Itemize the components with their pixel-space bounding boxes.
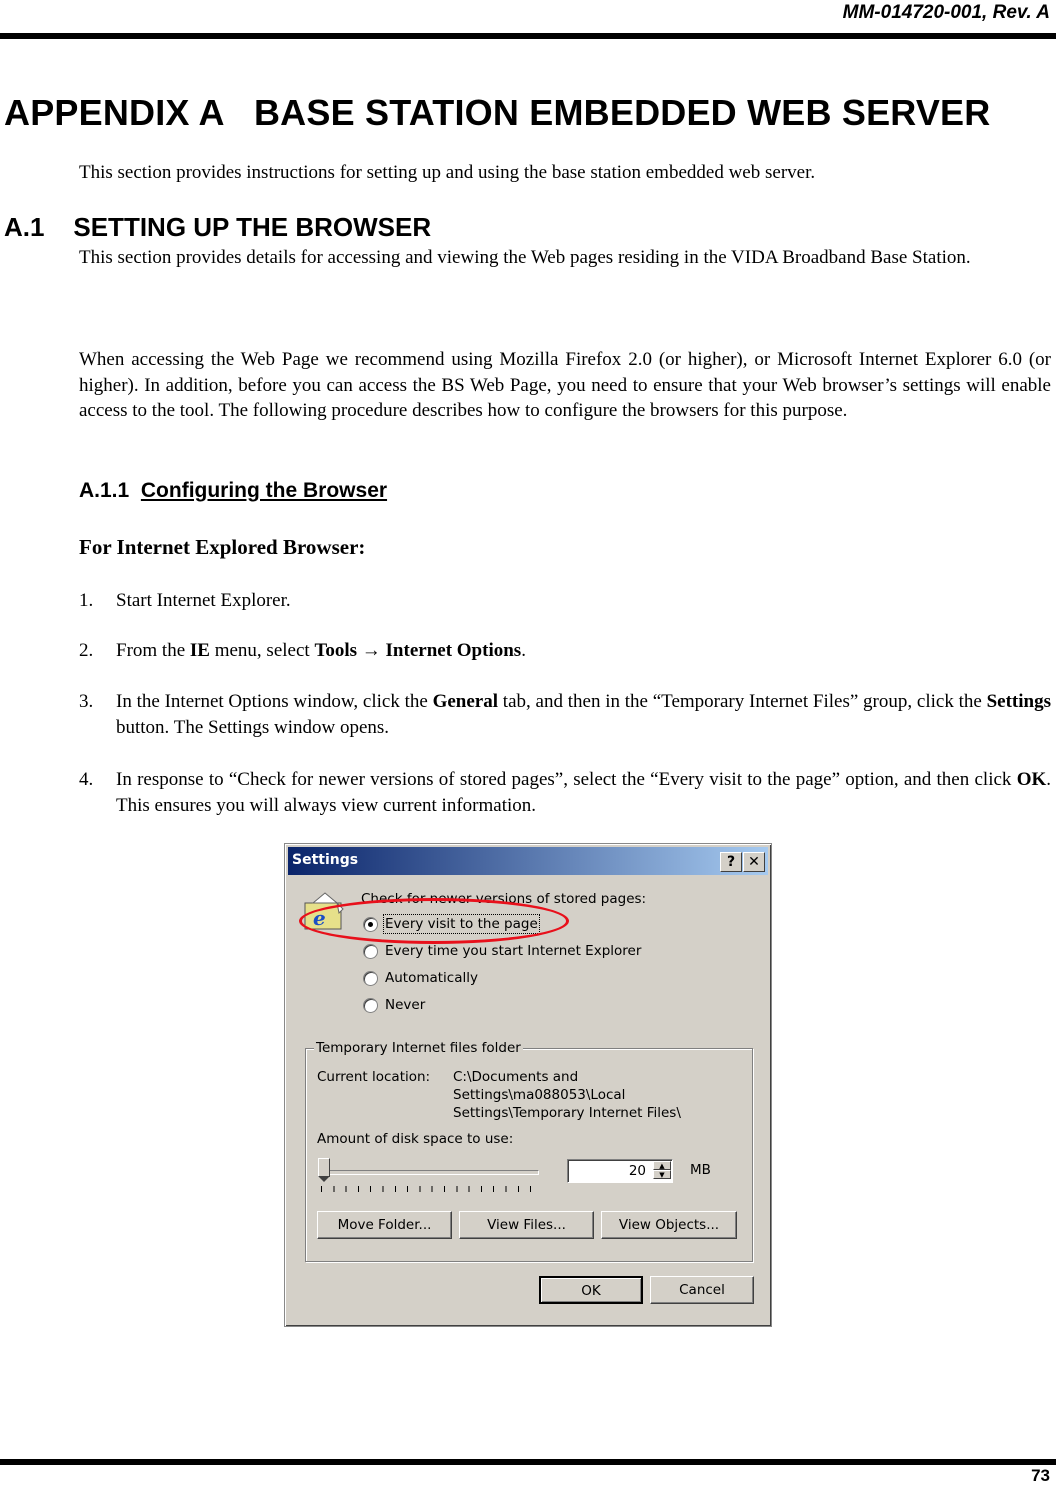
current-location-line-3: Settings\Temporary Internet Files\: [453, 1105, 681, 1121]
footer-rule: [0, 1459, 1056, 1465]
current-location-line-2: Settings\ma088053\Local: [453, 1087, 626, 1103]
option-never-label[interactable]: Never: [385, 997, 425, 1013]
spin-up-icon[interactable]: ▲: [653, 1161, 671, 1170]
cancel-button[interactable]: Cancel: [650, 1276, 754, 1304]
section-a1-para2: When accessing the Web Page we recommend…: [79, 349, 1051, 421]
step-text: From the IE menu, select Tools → Interne…: [116, 640, 526, 661]
ok-button[interactable]: OK: [539, 1276, 643, 1304]
move-folder-button[interactable]: Move Folder...: [317, 1211, 452, 1239]
radio-never[interactable]: [363, 998, 378, 1013]
section-a1-heading: A.1 SETTING UP THE BROWSER: [4, 212, 431, 243]
step-number: 2.: [79, 640, 94, 661]
highlight-ellipse: [299, 898, 569, 944]
step-text: Start Internet Explorer.: [116, 590, 291, 611]
step-3: 3. In the Internet Options window, click…: [79, 689, 1051, 740]
view-objects-button[interactable]: View Objects...: [601, 1211, 737, 1239]
browser-subheading: For Internet Explored Browser:: [79, 535, 366, 559]
current-location-line-1: C:\Documents and: [453, 1069, 579, 1085]
disk-space-slider[interactable]: [323, 1170, 539, 1175]
page-number: 73: [1031, 1466, 1050, 1485]
step-4: 4. In response to “Check for newer versi…: [79, 767, 1051, 818]
subsection-number: A.1.1: [79, 479, 130, 502]
appendix-title: BASE STATION EMBEDDED WEB SERVER: [253, 92, 991, 133]
radio-every-start[interactable]: [363, 944, 378, 959]
disk-space-input[interactable]: 20 ▲ ▼: [567, 1159, 673, 1183]
step-number: 1.: [79, 590, 94, 611]
subsection-title: Configuring the Browser: [140, 479, 388, 502]
header-rule: [0, 33, 1056, 39]
section-number: A.1: [4, 212, 45, 242]
settings-dialog: Settings ? ✕ e Check for newer versions …: [284, 843, 772, 1327]
close-button[interactable]: ✕: [743, 852, 765, 872]
slider-ticks: [321, 1186, 533, 1192]
disk-space-unit: MB: [690, 1162, 711, 1178]
option-every-start-label[interactable]: Every time you start Internet Explorer: [385, 943, 641, 959]
dialog-titlebar: Settings ? ✕: [288, 847, 768, 875]
help-button[interactable]: ?: [720, 852, 742, 872]
current-location-label: Current location:: [317, 1069, 431, 1085]
disk-space-label: Amount of disk space to use:: [317, 1131, 514, 1147]
section-a11-heading: A.1.1 Configuring the Browser: [79, 479, 387, 503]
step-text: In response to “Check for newer versions…: [116, 769, 1051, 816]
step-1: 1. Start Internet Explorer.: [79, 588, 1051, 614]
view-files-button[interactable]: View Files...: [459, 1211, 594, 1239]
step-2: 2. From the IE menu, select Tools → Inte…: [79, 638, 1051, 664]
appendix-heading: APPENDIX A BASE STATION EMBEDDED WEB SER…: [4, 92, 990, 134]
option-automatically-label[interactable]: Automatically: [385, 970, 478, 986]
document-id: MM-014720-001, Rev. A: [842, 2, 1050, 23]
group-title: Temporary Internet files folder: [314, 1040, 523, 1056]
disk-space-value[interactable]: 20: [629, 1163, 646, 1179]
step-number: 4.: [79, 769, 94, 790]
slider-thumb[interactable]: [318, 1158, 330, 1182]
appendix-label: APPENDIX A: [4, 92, 224, 133]
dialog-title: Settings: [292, 852, 359, 868]
spin-down-icon[interactable]: ▼: [653, 1170, 671, 1179]
step-text: In the Internet Options window, click th…: [116, 691, 1051, 738]
step-number: 3.: [79, 691, 94, 712]
appendix-intro: This section provides instructions for s…: [79, 162, 816, 183]
radio-automatically[interactable]: [363, 971, 378, 986]
section-a1-para1: This section provides details for access…: [79, 247, 971, 268]
section-title: SETTING UP THE BROWSER: [73, 212, 432, 242]
